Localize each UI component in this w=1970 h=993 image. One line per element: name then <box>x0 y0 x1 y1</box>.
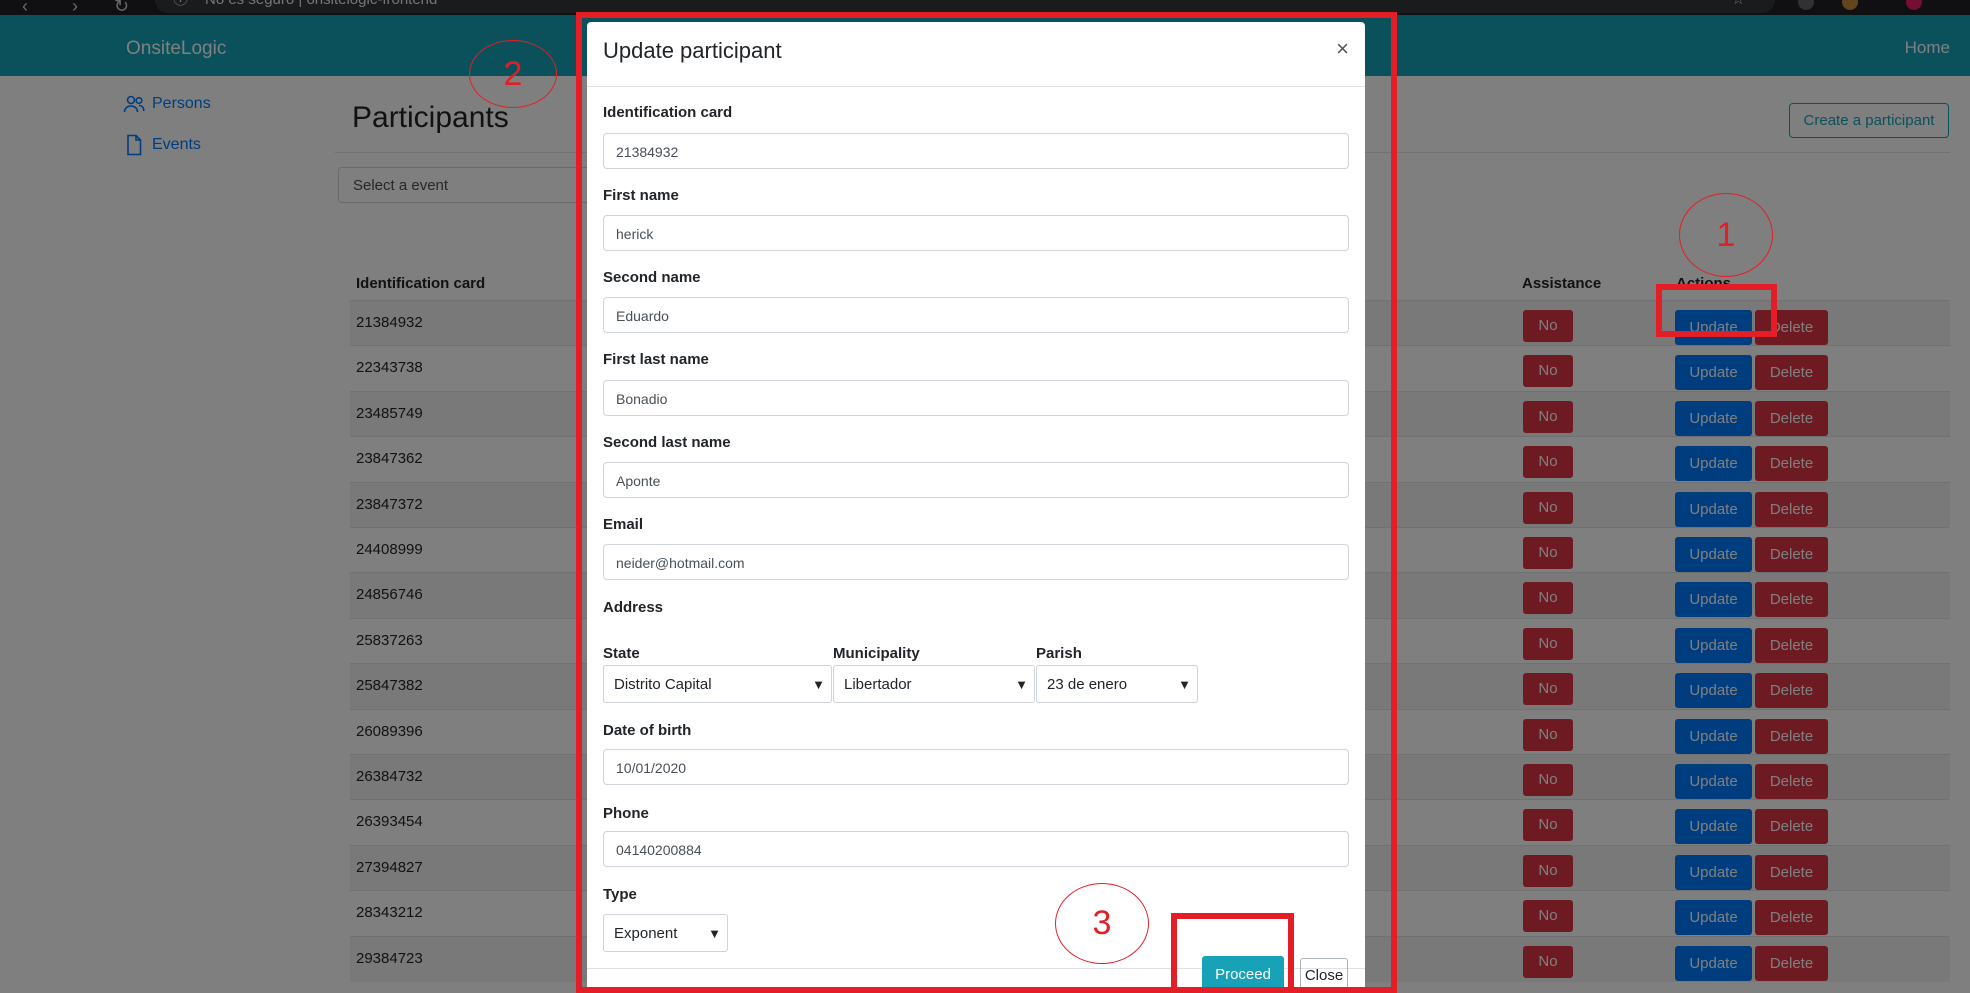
annotation-modal-highlight <box>576 12 1397 993</box>
annotation-proceed-highlight <box>1171 913 1294 993</box>
annotation-step-2: 2 <box>469 40 557 108</box>
annotation-update-highlight <box>1656 284 1777 337</box>
annotation-step-3: 3 <box>1055 883 1149 964</box>
annotation-step-1: 1 <box>1679 193 1773 277</box>
